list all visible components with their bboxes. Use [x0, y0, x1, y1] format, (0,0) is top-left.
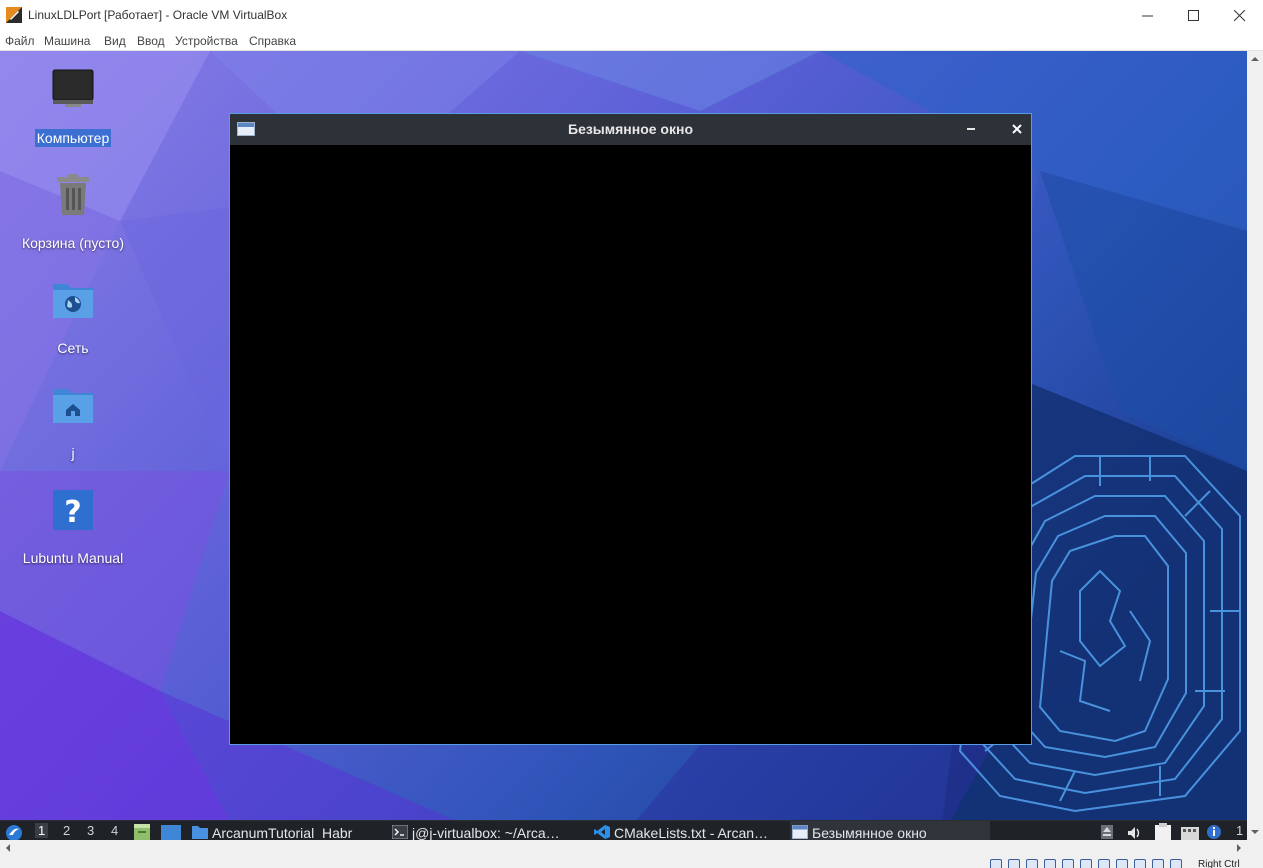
workspace-2[interactable]: 2: [63, 823, 70, 838]
recording-icon[interactable]: [1116, 859, 1128, 868]
task-file-manager[interactable]: ArcanumTutorial_Habr: [190, 821, 380, 840]
desktop-icon-label: Сеть: [57, 340, 89, 356]
tray-info-button[interactable]: [1206, 821, 1222, 840]
eject-icon: [1101, 825, 1113, 839]
keyboard-capture-icon[interactable]: [1170, 859, 1182, 868]
terminal-icon: [392, 825, 408, 839]
vscode-icon: [594, 825, 610, 839]
desktop-icon-lubuntu-manual[interactable]: ? Lubuntu Manual: [13, 488, 133, 570]
scroll-right-icon[interactable]: [1231, 840, 1247, 856]
shared-folders-icon[interactable]: [1080, 859, 1092, 868]
info-icon: [1207, 825, 1221, 839]
optical-drive-icon[interactable]: [1008, 859, 1020, 868]
close-button[interactable]: [1217, 0, 1263, 31]
scroll-up-icon[interactable]: [1247, 51, 1263, 67]
home-folder-icon: [51, 383, 95, 427]
monitor-icon: [51, 68, 95, 112]
minimize-icon: [967, 128, 975, 130]
desktop-icon-label: Корзина (пусто): [21, 235, 124, 251]
volume-icon: [1128, 827, 1140, 839]
vertical-scrollbar[interactable]: [1247, 51, 1263, 840]
close-icon: [1012, 124, 1022, 134]
lubuntu-logo-icon: [6, 825, 22, 840]
close-icon: [1234, 10, 1246, 22]
workspace-3[interactable]: 3: [87, 823, 94, 838]
app-minimize-button[interactable]: [963, 121, 979, 137]
minimize-button[interactable]: [1125, 0, 1171, 31]
menu-input[interactable]: Ввод: [137, 34, 165, 48]
menu-file[interactable]: Файл: [5, 34, 35, 48]
tray-clipboard-button[interactable]: [1152, 821, 1174, 840]
show-desktop-button[interactable]: [132, 821, 152, 840]
scroll-left-icon[interactable]: [0, 840, 16, 856]
task-vscode[interactable]: CMakeLists.txt - Arcan…: [592, 821, 788, 840]
task-app-window[interactable]: Безымянное окно: [790, 821, 990, 840]
maximize-button[interactable]: [1171, 0, 1217, 31]
virtualbox-title-bar[interactable]: LinuxLDLPort [Работает] - Oracle VM Virt…: [0, 0, 1263, 31]
menu-machine[interactable]: Машина: [44, 34, 90, 48]
task-label: CMakeLists.txt - Arcan…: [614, 825, 769, 840]
desktop-icon-label: Lubuntu Manual: [22, 550, 124, 566]
tray-keyboard-button[interactable]: [1180, 821, 1200, 840]
network-icon[interactable]: [1044, 859, 1056, 868]
task-terminal[interactable]: j@j-virtualbox: ~/Arca…: [390, 821, 586, 840]
workspace-1[interactable]: 1: [35, 823, 49, 838]
app-window-title-bar[interactable]: Безымянное окно: [230, 114, 1031, 145]
task-label: ArcanumTutorial_Habr: [212, 825, 353, 840]
task-label: Безымянное окно: [812, 825, 927, 840]
mouse-integration-icon[interactable]: [1152, 859, 1164, 868]
virtualbox-app-icon: [6, 7, 22, 23]
guest-display[interactable]: Компьютер Корзина (пусто) Сеть j ? Lubun…: [0, 51, 1247, 840]
menu-devices[interactable]: Устройства: [175, 34, 238, 48]
help-icon: ?: [51, 488, 95, 532]
network-folder-icon: [51, 278, 95, 322]
clipboard-icon: [1155, 823, 1171, 840]
task-label: j@j-virtualbox: ~/Arca…: [412, 825, 560, 840]
minimize-icon: [1142, 15, 1153, 17]
window-icon: [792, 825, 808, 839]
desktop-icon-label: j: [71, 445, 75, 461]
desktop-icon: [134, 824, 150, 840]
usb-icon[interactable]: [1062, 859, 1074, 868]
trash-icon: [51, 173, 95, 217]
svg-text:?: ?: [64, 495, 81, 530]
scroll-down-icon[interactable]: [1247, 824, 1263, 840]
app-window-title: Безымянное окно: [568, 121, 693, 137]
menu-bar: Файл Машина Вид Ввод Устройства Справка: [0, 31, 1263, 51]
audio-icon[interactable]: [1026, 859, 1038, 868]
tray-eject-button[interactable]: [1099, 821, 1115, 840]
display-icon[interactable]: [1098, 859, 1110, 868]
menu-view[interactable]: Вид: [104, 34, 126, 48]
desktop-icon-network[interactable]: Сеть: [13, 278, 133, 360]
keyboard-icon: [1181, 827, 1199, 840]
folder-icon: [161, 825, 181, 840]
app-close-button[interactable]: [1009, 121, 1025, 137]
status-bar: Right Ctrl: [0, 856, 1263, 868]
desktop-icon-trash[interactable]: Корзина (пусто): [13, 173, 133, 255]
app-window[interactable]: Безымянное окно: [229, 113, 1032, 745]
tray-clock: 1: [1236, 823, 1244, 838]
window-title: LinuxLDLPort [Работает] - Oracle VM Virt…: [28, 8, 288, 22]
maximize-icon: [1188, 10, 1199, 21]
desktop-icon-label: Компьютер: [34, 129, 112, 147]
cpu-icon[interactable]: [1134, 859, 1146, 868]
desktop-icon-computer[interactable]: Компьютер: [13, 68, 133, 150]
start-menu-button[interactable]: [4, 821, 26, 840]
desktop-icon-home[interactable]: j: [13, 383, 133, 465]
menu-help[interactable]: Справка: [249, 34, 296, 48]
horizontal-scrollbar[interactable]: [0, 840, 1247, 856]
taskbar: 1 2 3 4 ArcanumTutorial_Habr j@j-virtual…: [0, 820, 1247, 840]
hard-disk-icon[interactable]: [990, 859, 1002, 868]
tray-volume-button[interactable]: [1126, 821, 1144, 840]
host-key-label: Right Ctrl: [1198, 859, 1240, 868]
file-manager-launcher[interactable]: [160, 821, 182, 840]
workspace-4[interactable]: 4: [111, 823, 118, 838]
app-window-content[interactable]: [230, 145, 1031, 744]
folder-icon: [192, 826, 208, 839]
